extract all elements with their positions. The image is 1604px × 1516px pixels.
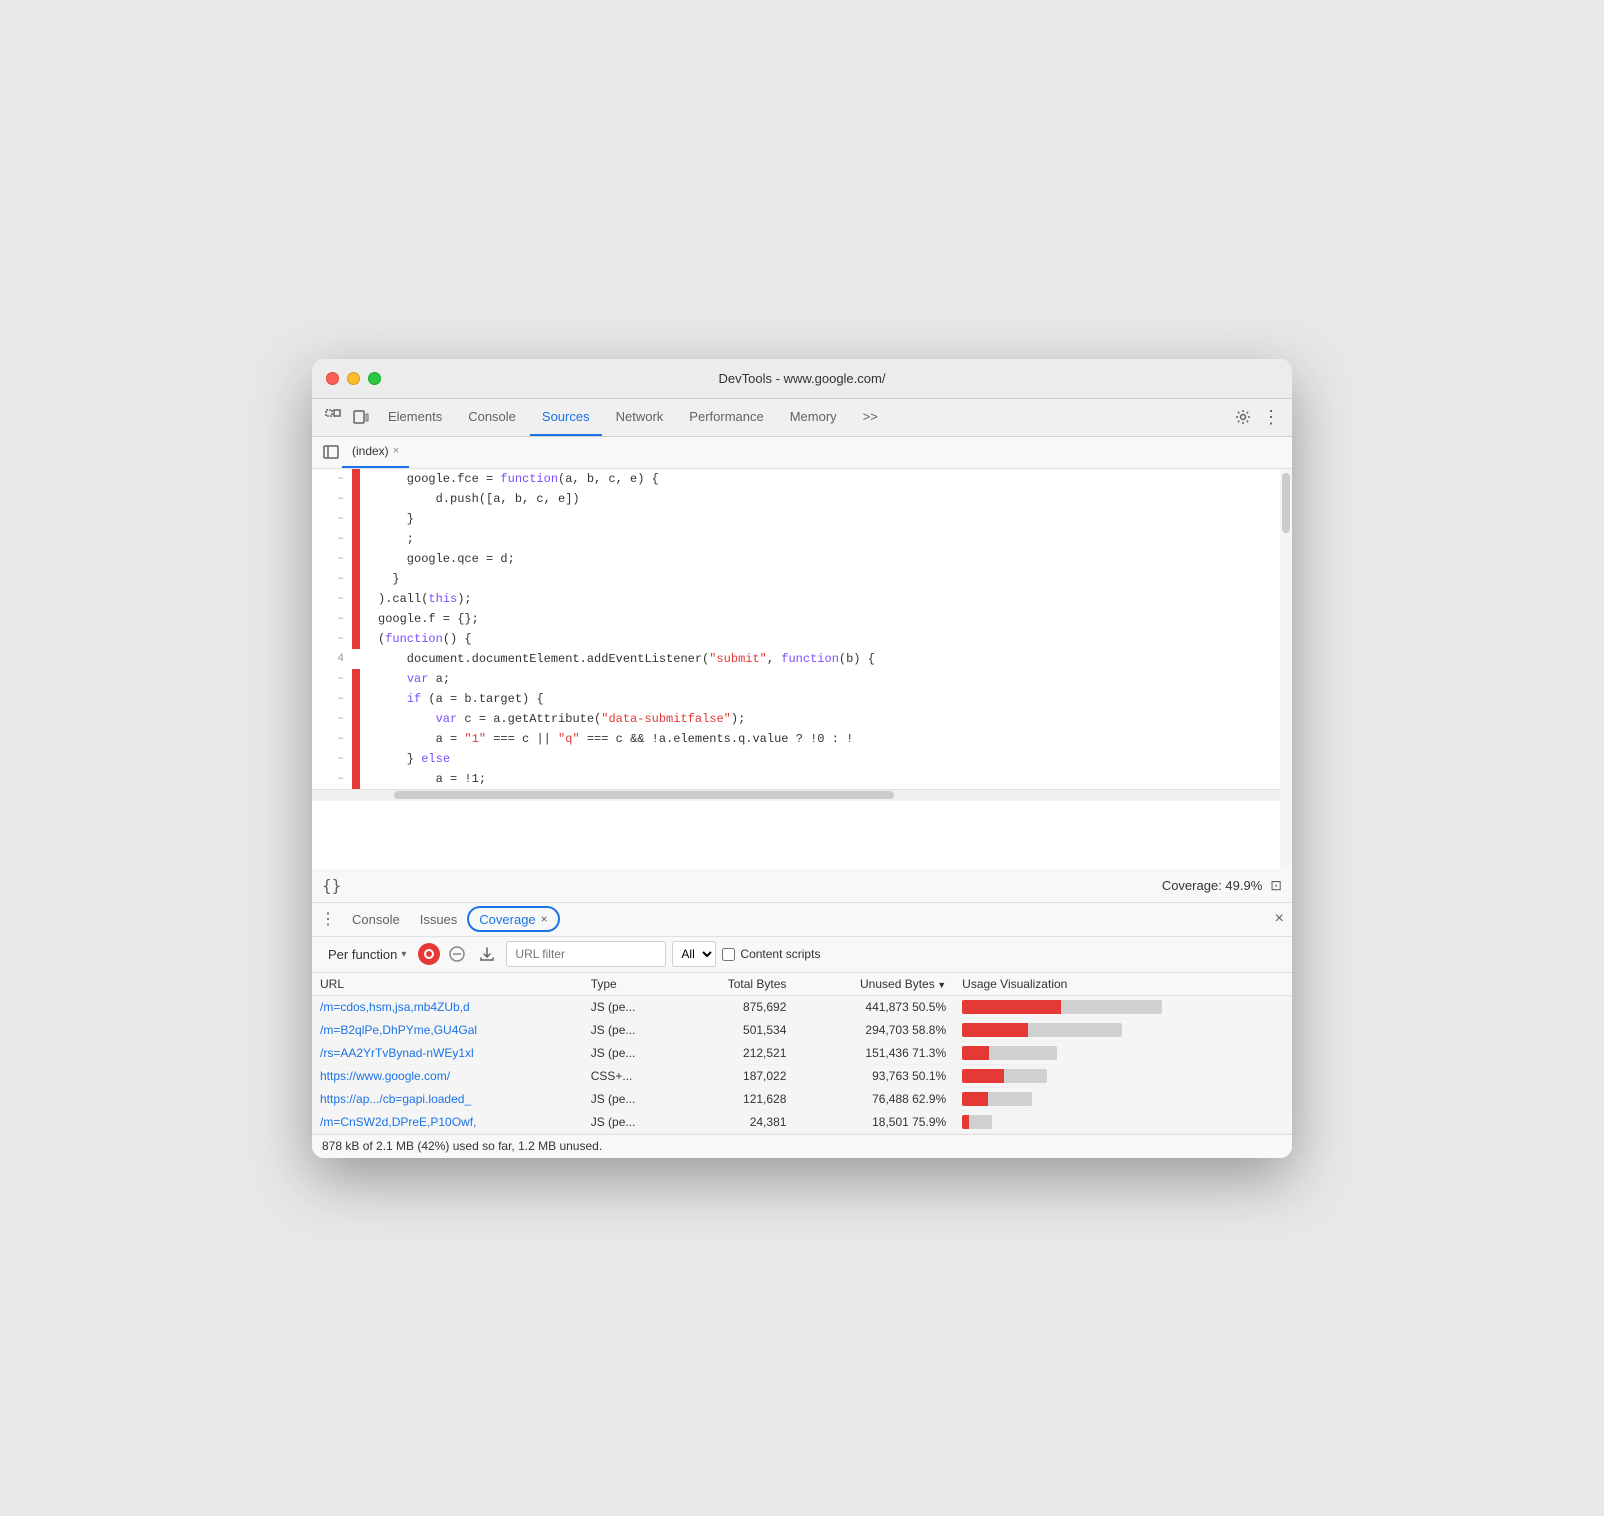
table-row: – var c = a.getAttribute("data-submitfal…	[312, 709, 1292, 729]
table-row: – if (a = b.target) {	[312, 689, 1292, 709]
drawer-tab-issues[interactable]: Issues	[410, 902, 468, 936]
scrollbar-thumb[interactable]	[1282, 473, 1290, 533]
all-filter-select[interactable]: All	[672, 941, 716, 967]
source-file-tab[interactable]: (index) ×	[342, 436, 409, 468]
header-type[interactable]: Type	[583, 973, 678, 996]
header-unused-bytes[interactable]: Unused Bytes	[794, 973, 954, 996]
cursor-icon[interactable]	[320, 404, 346, 430]
table-row: – } else	[312, 749, 1292, 769]
status-bar: 878 kB of 2.1 MB (42%) used so far, 1.2 …	[312, 1134, 1292, 1158]
tab-performance[interactable]: Performance	[677, 398, 775, 436]
table-row: –).call(this);	[312, 589, 1292, 609]
coverage-percentage: Coverage: 49.9%	[1162, 878, 1262, 893]
horizontal-scrollbar[interactable]	[312, 789, 1292, 801]
drawer-tabs: ⋮ Console Issues Coverage × ×	[312, 903, 1292, 937]
coverage-table-body: /m=cdos,hsm,jsa,mb4ZUb,dJS (pe...875,692…	[312, 995, 1292, 1133]
maximize-button[interactable]	[368, 372, 381, 385]
table-row: – a = "1" === c || "q" === c && !a.eleme…	[312, 729, 1292, 749]
settings-icon[interactable]	[1230, 404, 1256, 430]
drawer-tab-coverage[interactable]: Coverage ×	[467, 906, 559, 932]
content-scripts-checkbox[interactable]	[722, 948, 735, 961]
source-tabs: (index) ×	[312, 437, 1292, 469]
download-button[interactable]	[474, 941, 500, 967]
h-scrollbar-thumb[interactable]	[394, 791, 894, 799]
traffic-lights	[326, 372, 381, 385]
window-title: DevTools - www.google.com/	[719, 371, 886, 386]
bottom-panel-left: {}	[322, 876, 341, 895]
table-row: – d.push([a, b, c, e])	[312, 489, 1292, 509]
table-row: – a = !1;	[312, 769, 1292, 789]
table-row[interactable]: https://ap.../cb=gapi.loaded_JS (pe...12…	[312, 1087, 1292, 1110]
sidebar-toggle-button[interactable]	[320, 441, 342, 463]
table-row: 4 document.documentElement.addEventListe…	[312, 649, 1292, 669]
tab-network[interactable]: Network	[604, 398, 676, 436]
drawer-menu-icon[interactable]: ⋮	[320, 909, 336, 929]
drawer-tab-console[interactable]: Console	[342, 902, 410, 936]
table-row[interactable]: /m=B2qlPe,DhPYme,GU4GalJS (pe...501,5342…	[312, 1018, 1292, 1041]
table-row[interactable]: https://www.google.com/CSS+...187,02293,…	[312, 1064, 1292, 1087]
coverage-table-container[interactable]: URL Type Total Bytes Unused Bytes Usage …	[312, 973, 1292, 1134]
minimize-button[interactable]	[347, 372, 360, 385]
table-row[interactable]: /m=CnSW2d,DPreE,P10Owf,JS (pe...24,38118…	[312, 1110, 1292, 1133]
record-button[interactable]	[418, 943, 440, 965]
tab-memory[interactable]: Memory	[778, 398, 849, 436]
table-row: – ;	[312, 529, 1292, 549]
expand-panel-icon[interactable]: ⊡	[1270, 877, 1282, 894]
close-tab-icon[interactable]: ×	[393, 445, 399, 457]
tab-more[interactable]: >>	[851, 398, 890, 436]
bottom-panel-toolbar: {} Coverage: 49.9% ⊡	[312, 869, 1292, 903]
chevron-down-icon: ▾	[401, 949, 406, 960]
code-editor[interactable]: – google.fce = function(a, b, c, e) {– d…	[312, 469, 1292, 869]
header-total-bytes[interactable]: Total Bytes	[678, 973, 795, 996]
table-row: – google.fce = function(a, b, c, e) {	[312, 469, 1292, 489]
header-url[interactable]: URL	[312, 973, 583, 996]
devtools-window: DevTools - www.google.com/ Elements Cons…	[312, 359, 1292, 1158]
tab-console[interactable]: Console	[456, 398, 528, 436]
table-header: URL Type Total Bytes Unused Bytes Usage …	[312, 973, 1292, 996]
code-lines: – google.fce = function(a, b, c, e) {– d…	[312, 469, 1292, 789]
js-icon: {}	[322, 876, 341, 895]
coverage-table: URL Type Total Bytes Unused Bytes Usage …	[312, 973, 1292, 1134]
record-stop-icon	[424, 949, 434, 959]
status-text: 878 kB of 2.1 MB (42%) used so far, 1.2 …	[322, 1139, 602, 1153]
table-row: – google.qce = d;	[312, 549, 1292, 569]
close-coverage-tab-icon[interactable]: ×	[541, 912, 548, 926]
coverage-toolbar: Per function ▾ All Content scripts	[312, 937, 1292, 973]
table-row: – var a;	[312, 669, 1292, 689]
content-scripts-checkbox-area: Content scripts	[722, 947, 820, 961]
more-options-icon[interactable]: ⋮	[1258, 404, 1284, 430]
vertical-scrollbar[interactable]	[1280, 469, 1292, 869]
tab-elements[interactable]: Elements	[376, 398, 454, 436]
table-row[interactable]: /rs=AA2YrTvBynad-nWEy1xlJS (pe...212,521…	[312, 1041, 1292, 1064]
table-row: –(function() {	[312, 629, 1292, 649]
tab-sources[interactable]: Sources	[530, 398, 602, 436]
url-filter-input[interactable]	[506, 941, 666, 967]
table-row[interactable]: /m=cdos,hsm,jsa,mb4ZUb,dJS (pe...875,692…	[312, 995, 1292, 1018]
device-icon[interactable]	[348, 404, 374, 430]
table-row: – }	[312, 569, 1292, 589]
close-drawer-button[interactable]: ×	[1275, 910, 1284, 928]
close-button[interactable]	[326, 372, 339, 385]
per-function-button[interactable]: Per function ▾	[322, 945, 412, 964]
title-bar: DevTools - www.google.com/	[312, 359, 1292, 399]
devtools-tabs: Elements Console Sources Network Perform…	[312, 399, 1292, 437]
clear-button[interactable]	[446, 943, 468, 965]
header-viz: Usage Visualization	[954, 973, 1292, 996]
table-row: – }	[312, 509, 1292, 529]
table-row: –google.f = {};	[312, 609, 1292, 629]
